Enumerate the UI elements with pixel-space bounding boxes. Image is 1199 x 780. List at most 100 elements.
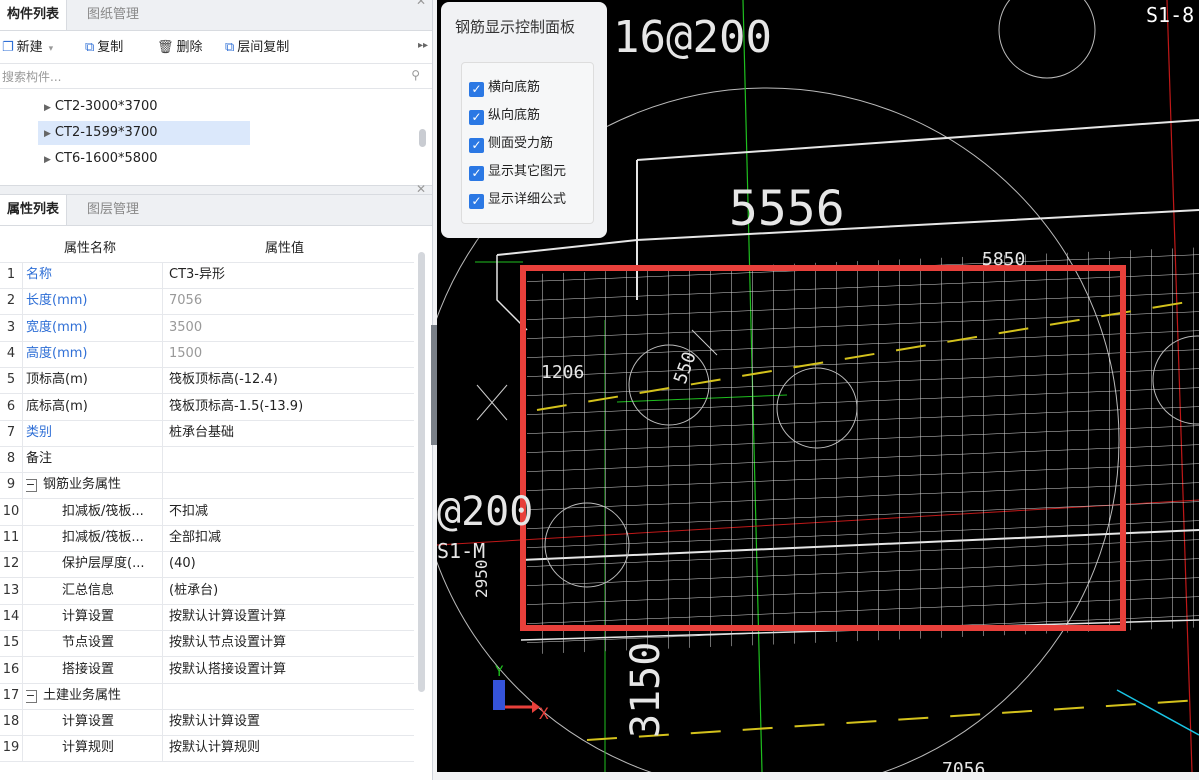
- table-row[interactable]: 14 计算设置 按默认计算设置计算: [0, 603, 414, 631]
- property-value[interactable]: 不扣减: [169, 499, 409, 525]
- table-row[interactable]: 10 扣减板/筏板... 不扣减: [0, 498, 414, 526]
- table-row[interactable]: 1 名称 CT3-异形: [0, 262, 414, 289]
- z-axis-block: [493, 680, 505, 710]
- property-value[interactable]: 1500: [169, 341, 409, 367]
- property-name: 名称: [26, 262, 163, 288]
- table-row[interactable]: 19 计算规则 按默认计算规则: [0, 735, 414, 763]
- checkbox-horizontal-bottom[interactable]: ✓ 横向底筋: [469, 79, 540, 97]
- table-row[interactable]: 5 顶标高(m) 筏板顶标高(-12.4): [0, 367, 414, 395]
- checkbox-detailed-formula[interactable]: ✓ 显示详细公式: [469, 191, 566, 209]
- collapse-icon[interactable]: −: [26, 689, 37, 703]
- table-row[interactable]: 18 计算设置 按默认计算设置: [0, 709, 414, 737]
- component-tree: ▶ CT2-3000*3700 ▶ CT2-1599*3700 ▶ CT6-1600*…: [0, 89, 432, 185]
- panel-splitter[interactable]: ✕: [0, 182, 432, 196]
- row-number: 6: [0, 393, 23, 420]
- property-value[interactable]: 按默认计算设置计算: [169, 604, 409, 630]
- tree-item[interactable]: ▶ CT2-3000*3700: [38, 95, 164, 119]
- table-row[interactable]: 8 备注: [0, 446, 414, 474]
- property-value[interactable]: 按默认节点设置计算: [169, 630, 409, 656]
- property-value[interactable]: 按默认计算规则: [169, 735, 409, 761]
- table-row[interactable]: 16 搭接设置 按默认搭接设置计算: [0, 656, 414, 684]
- delete-button[interactable]: 🗑 删除: [157, 38, 203, 58]
- row-number: 18: [0, 709, 23, 736]
- property-value[interactable]: 筏板顶标高(-12.4): [169, 367, 409, 393]
- property-value[interactable]: 按默认搭接设置计算: [169, 657, 409, 683]
- table-row[interactable]: 9− 钢筋业务属性: [0, 472, 414, 500]
- close-icon[interactable]: ✕: [416, 182, 426, 196]
- table-row[interactable]: 2 长度(mm) 7056: [0, 288, 414, 316]
- tab-property-list[interactable]: 属性列表: [0, 195, 68, 225]
- row-number: 14: [0, 603, 23, 630]
- table-row[interactable]: 3 宽度(mm) 3500: [0, 314, 414, 342]
- property-value[interactable]: 筏板顶标高-1.5(-13.9): [169, 394, 409, 420]
- property-name-text: 计算设置: [62, 714, 115, 730]
- search-icon[interactable]: ⚲: [411, 68, 420, 82]
- row-number: 11: [0, 525, 23, 551]
- checkbox-vertical-bottom[interactable]: ✓ 纵向底筋: [469, 107, 540, 125]
- property-value[interactable]: (桩承台): [169, 578, 409, 604]
- tree-item[interactable]: ▶ CT6-1600*5800: [38, 147, 164, 171]
- tree-scrollbar[interactable]: [419, 129, 426, 147]
- property-name-text: 备注: [26, 451, 53, 467]
- chevron-down-icon[interactable]: ▾: [49, 44, 54, 54]
- tree-item-selected[interactable]: ▶ CT2-1599*3700: [38, 121, 250, 145]
- property-name: 顶标高(m): [26, 367, 163, 394]
- table-row[interactable]: 4 高度(mm) 1500: [0, 340, 414, 368]
- close-icon[interactable]: ✕: [416, 0, 426, 8]
- copy-button[interactable]: ⧉ 复制: [85, 38, 123, 58]
- property-name: 扣减板/筏板...: [26, 498, 163, 525]
- check-icon: ✓: [469, 82, 484, 97]
- property-name: 备注: [26, 446, 163, 473]
- property-value[interactable]: 全部扣减: [169, 525, 409, 551]
- property-value[interactable]: CT3-异形: [169, 262, 409, 288]
- rebar-options-box: ✓ 横向底筋 ✓ 纵向底筋 ✓ 侧面受力筋 ✓ 显示其它图元 ✓ 显示详细公式: [461, 62, 594, 224]
- collapse-icon[interactable]: −: [26, 479, 37, 493]
- property-value[interactable]: 3500: [169, 315, 409, 341]
- row-number: 10: [0, 498, 23, 525]
- table-row[interactable]: 17− 土建业务属性: [0, 682, 414, 710]
- table-row[interactable]: 7 类别 桩承台基础: [0, 419, 414, 447]
- status-bar: [437, 772, 1199, 780]
- floor-copy-icon: ⧉: [225, 40, 235, 55]
- axis-y-label: Y: [495, 664, 504, 680]
- more-icon[interactable]: ▸▸: [418, 40, 428, 51]
- checkbox-label: 显示详细公式: [488, 192, 567, 207]
- rebar-mesh: [527, 247, 1199, 655]
- component-tabbar: 构件列表 图纸管理 ✕: [0, 0, 432, 31]
- checkbox-label: 显示其它图元: [488, 164, 567, 179]
- property-value[interactable]: (40): [169, 551, 409, 577]
- tab-component-list[interactable]: 构件列表: [0, 0, 68, 30]
- floor-copy-button[interactable]: ⧉ 层间复制: [225, 38, 289, 58]
- checkbox-side-stress[interactable]: ✓ 侧面受力筋: [469, 135, 553, 153]
- table-row[interactable]: 15 节点设置 按默认节点设置计算: [0, 630, 414, 658]
- row-number: 12: [0, 551, 23, 578]
- row-number: 13: [0, 577, 23, 604]
- row-number: 7: [0, 419, 23, 446]
- property-name: 底标高(m): [26, 393, 163, 420]
- cap-edge: [636, 119, 1199, 161]
- property-name-text: 高度(mm): [26, 345, 88, 361]
- expand-icon: ▶: [44, 129, 51, 139]
- property-value[interactable]: 7056: [169, 288, 409, 314]
- property-name-text: 类别: [26, 424, 53, 440]
- tab-drawing-management[interactable]: 图纸管理: [80, 0, 146, 30]
- property-scrollbar[interactable]: [418, 252, 425, 692]
- checkbox-other-elements[interactable]: ✓ 显示其它图元: [469, 163, 566, 181]
- trash-icon: 🗑: [157, 40, 174, 55]
- table-row[interactable]: 6 底标高(m) 筏板顶标高-1.5(-13.9): [0, 393, 414, 421]
- search-input[interactable]: 搜索构件... ⚲: [0, 64, 432, 89]
- tab-layer-management[interactable]: 图层管理: [80, 195, 146, 225]
- property-name: 长度(mm): [26, 288, 163, 315]
- table-row[interactable]: 11 扣减板/筏板... 全部扣减: [0, 525, 414, 552]
- property-value[interactable]: 桩承台基础: [169, 420, 409, 446]
- table-row[interactable]: 12 保护层厚度(... (40): [0, 551, 414, 579]
- property-name: 汇总信息: [26, 577, 163, 604]
- new-button[interactable]: ❐ 新建 ▾: [2, 38, 53, 58]
- expand-icon: ▶: [44, 155, 51, 165]
- property-name: 扣减板/筏板...: [26, 525, 163, 551]
- dimension-label: 2950: [472, 559, 491, 598]
- table-row[interactable]: 13 汇总信息 (桩承台): [0, 577, 414, 605]
- component-toolbar: ❐ 新建 ▾ ⧉ 复制 🗑 删除 ⧉ 层间复制 ▸▸: [0, 31, 432, 64]
- row-number: 8: [0, 446, 23, 473]
- property-value[interactable]: 按默认计算设置: [169, 709, 409, 735]
